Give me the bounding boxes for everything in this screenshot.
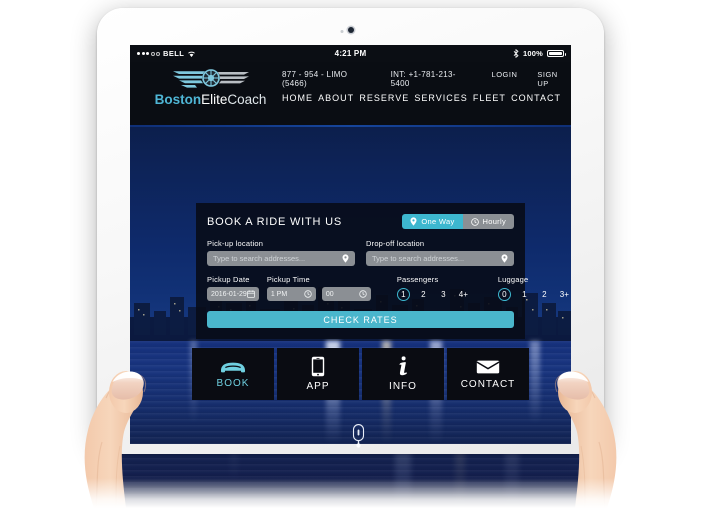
luggage-option-0[interactable]: 0 [497,287,511,301]
passengers-option-3[interactable]: 3 [437,288,450,301]
clock-icon [359,290,367,298]
winged-wheel-icon [172,69,249,88]
calendar-icon [246,290,255,298]
tile-app-label: APP [306,381,330,392]
pickup-location-group: Pick-up location Type to search addresse… [207,239,355,266]
pickup-time-controls: 1 PM 00 [266,287,371,301]
car-icon [221,362,245,373]
toggle-hourly-label: Hourly [482,217,506,226]
map-pin-icon [501,254,508,263]
tile-info-label: INFO [389,381,417,392]
passengers-label: Passengers [396,275,439,284]
nav-item-fleet[interactable]: FLEET [473,93,506,103]
clock-icon [470,217,479,226]
tile-book-label: BOOK [216,378,250,389]
nav-item-home[interactable]: HOME [282,93,313,103]
passengers-option-2[interactable]: 2 [417,288,430,301]
dropoff-location-group: Drop-off location Type to search address… [366,239,514,266]
pickup-date-group: Pickup Date 2016-01-29 [207,275,259,301]
pickup-location-input[interactable]: Type to search addresses... [207,251,355,266]
pickup-date-label: Pickup Date [207,275,250,284]
toggle-one-way[interactable]: One Way [402,214,463,229]
watermark-icon [352,424,365,448]
auth-links: LOGIN SIGN UP [492,70,563,88]
logo-word-elite: Elite [201,92,228,107]
luggage-option-2[interactable]: 2 [538,288,551,301]
battery-icon [547,49,566,58]
site-header: BostonEliteCoach 877 - 954 - LIMO (5466)… [130,62,571,125]
tile-contact[interactable]: CONTACT [447,348,529,400]
dropoff-location-input[interactable]: Type to search addresses... [366,251,514,266]
map-pin-icon [410,217,417,226]
pickup-location-label: Pick-up location [207,239,264,248]
logo-word-boston: Boston [154,92,202,107]
status-bar-time: 4:21 PM [334,49,367,58]
pickup-minute-value: 00 [325,290,334,298]
passengers-group: Passengers 1 2 3 4+ [396,275,470,301]
tile-app[interactable]: APP [277,348,359,400]
toggle-one-way-label: One Way [421,217,455,226]
logo-word-coach: Coach [227,92,267,107]
scene: BELL 4:21 PM 100% BostonEliteCoach 877 -… [0,0,701,508]
booking-panel-header: BOOK A RIDE WITH US One Way Hourly [207,214,514,229]
pickup-time-label: Pickup Time [266,275,310,284]
luggage-options: 0 1 2 3+ [497,287,571,301]
login-link[interactable]: LOGIN [492,70,518,88]
dropoff-location-placeholder: Type to search addresses... [372,254,465,263]
passengers-option-4plus[interactable]: 4+ [457,288,470,301]
phone-domestic[interactable]: 877 - 954 - LIMO (5466) [282,70,365,88]
nav-item-contact[interactable]: CONTACT [511,93,561,103]
front-camera-icon [347,27,354,33]
booking-panel: BOOK A RIDE WITH US One Way Hourly Pick-… [196,203,569,339]
tile-info[interactable]: INFO [362,348,444,400]
tile-book[interactable]: BOOK [192,348,274,400]
luggage-option-1[interactable]: 1 [518,288,531,301]
quick-action-tiles: BOOK APP INFO CONTACT [192,348,529,400]
pickup-hour-select[interactable]: 1 PM [266,287,316,301]
tablet-screen: BELL 4:21 PM 100% BostonEliteCoach 877 -… [130,45,571,444]
nav-item-about[interactable]: ABOUT [318,93,354,103]
clock-icon [304,290,312,298]
pickup-time-group: Pickup Time 1 PM 00 [266,275,371,301]
header-contact-bar: 877 - 954 - LIMO (5466) INT: +1-781-213-… [282,70,563,88]
tile-contact-label: CONTACT [460,378,516,390]
envelope-icon [476,360,500,373]
toggle-hourly[interactable]: Hourly [462,214,514,229]
luggage-option-3plus[interactable]: 3+ [558,288,571,301]
logo[interactable]: BostonEliteCoach [148,66,273,107]
location-row: Pick-up location Type to search addresse… [207,239,514,266]
nav-item-reserve[interactable]: RESERVE [359,93,409,103]
main-navigation: HOME ABOUT RESERVE SERVICES FLEET CONTAC… [282,93,563,103]
pickup-date-value: 2016-01-29 [211,290,247,298]
passengers-options: 1 2 3 4+ [396,287,470,301]
logo-wordmark: BostonEliteCoach [148,93,273,107]
pickup-location-placeholder: Type to search addresses... [213,254,306,263]
trip-type-toggle: One Way Hourly [402,214,514,229]
info-icon [399,356,407,376]
status-bar: BELL 4:21 PM 100% [130,45,571,62]
trip-details-row: Pickup Date 2016-01-29 Pickup Time 1 PM … [207,275,569,301]
pickup-hour-value: 1 PM [270,290,288,298]
signup-link[interactable]: SIGN UP [537,70,563,88]
dropoff-location-label: Drop-off location [366,239,425,248]
phone-international[interactable]: INT: +1-781-213-5400 [391,70,466,88]
luggage-group: Luggage 0 1 2 3+ [497,275,571,301]
luggage-label: Luggage [497,275,529,284]
passengers-option-1[interactable]: 1 [396,287,410,301]
phone-icon [311,356,325,377]
pickup-minute-select[interactable]: 00 [321,287,371,301]
booking-title: BOOK A RIDE WITH US [207,215,342,228]
header-divider [130,125,571,127]
check-rates-button[interactable]: CHECK RATES [207,311,514,328]
pickup-date-input[interactable]: 2016-01-29 [207,287,259,301]
bottom-fade [0,478,701,508]
nav-item-services[interactable]: SERVICES [414,93,467,103]
map-pin-icon [342,254,349,263]
